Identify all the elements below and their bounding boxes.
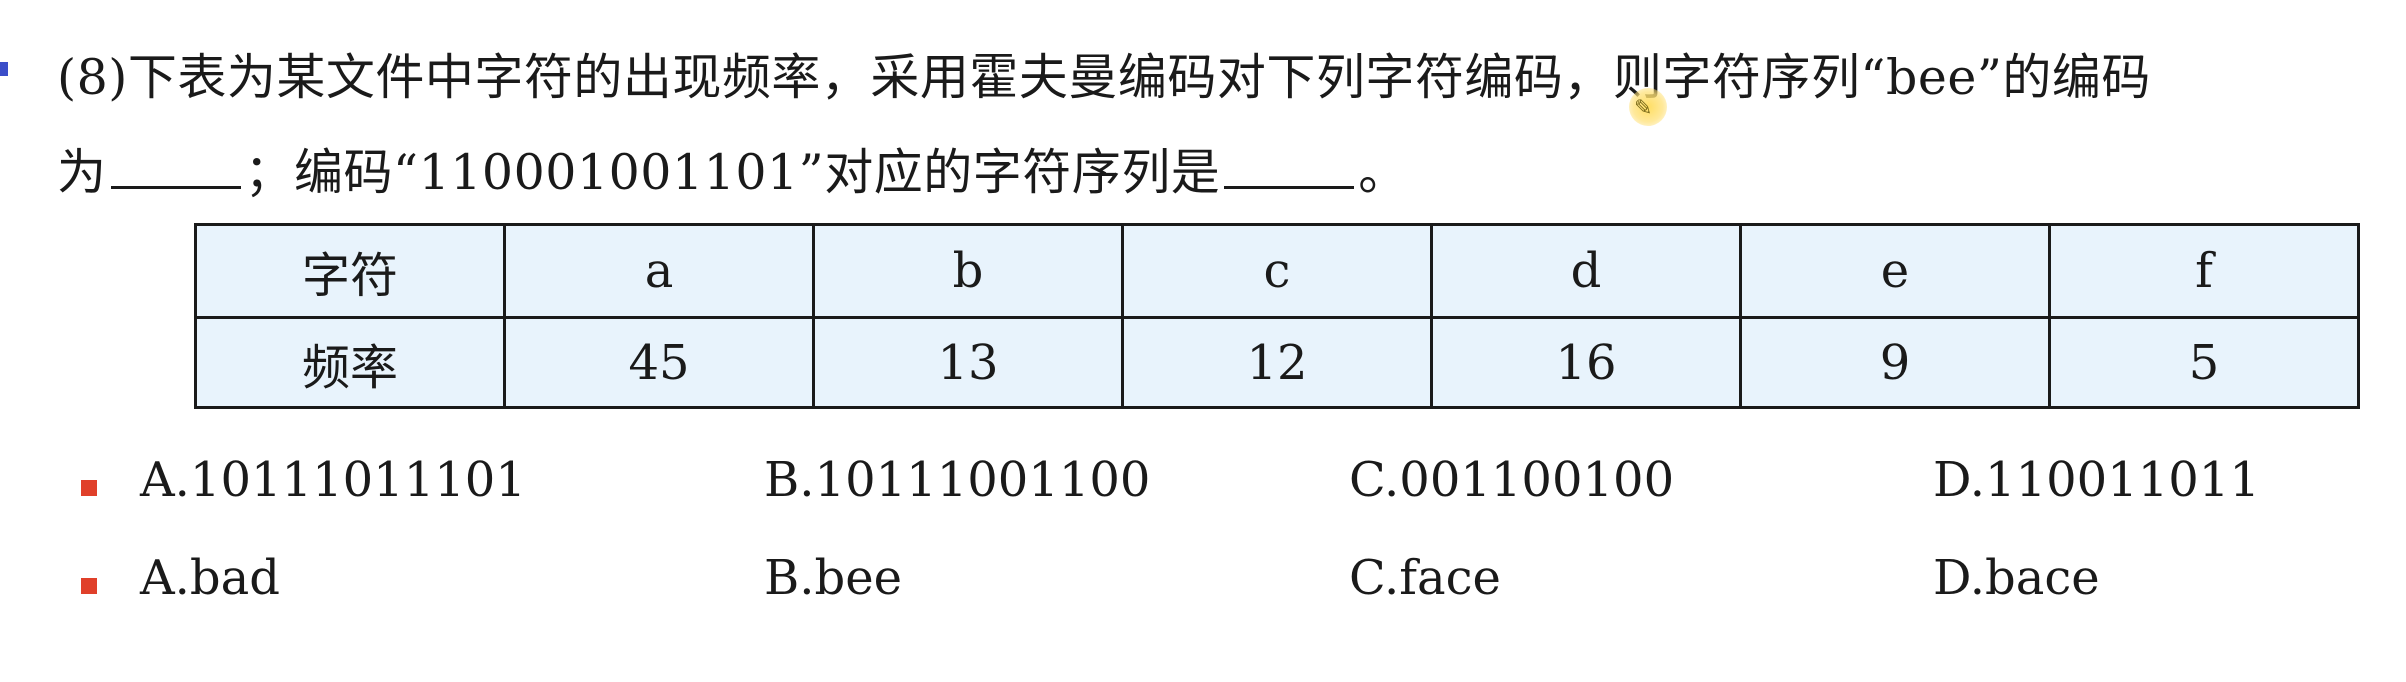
table-cell: d: [1430, 223, 1742, 319]
table-cell: c: [1121, 223, 1433, 319]
table-header-cell: 频率: [194, 316, 506, 409]
options-row-2: A.bad B.bee C.face D.bace: [78, 542, 2378, 640]
question-line-2-middle: ；编码“110001001101”对应的字符序列是: [244, 144, 1221, 201]
option-b: B.10111001100: [764, 452, 1151, 508]
answer-blank-1: [110, 142, 241, 189]
slide-marker: [0, 62, 8, 76]
table-cell: 12: [1121, 316, 1433, 409]
table-row-characters: 字符 a b c d e f: [194, 223, 2360, 319]
pen-cursor-icon: ✎: [1634, 96, 1653, 121]
table-cell: e: [1739, 223, 2051, 319]
question-text: (8)下表为某文件中字符的出现频率，采用霍夫曼编码对下列字符编码，则字符序列“b…: [57, 30, 2387, 220]
question-line-2-end: 。: [1358, 144, 1408, 201]
option-d: D.bace: [1933, 550, 2100, 606]
question-line-2: 为 ；编码“110001001101”对应的字符序列是 。: [57, 125, 2387, 220]
question-line-1: (8)下表为某文件中字符的出现频率，采用霍夫曼编码对下列字符编码，则字符序列“b…: [57, 49, 2151, 106]
table-cell: b: [812, 223, 1124, 319]
answer-blank-2: [1224, 142, 1355, 189]
table-cell: f: [2048, 223, 2360, 319]
table-cell: 45: [503, 316, 815, 409]
bullet-icon: [81, 480, 97, 496]
option-c: C.face: [1349, 550, 1501, 606]
option-d: D.110011011: [1933, 452, 2260, 508]
table-cell: 13: [812, 316, 1124, 409]
answer-options: A.10111011101 B.10111001100 C.001100100 …: [78, 444, 2378, 640]
option-a: A.bad: [140, 550, 280, 606]
table-cell: a: [503, 223, 815, 319]
option-c: C.001100100: [1349, 452, 1675, 508]
options-row-1: A.10111011101 B.10111001100 C.001100100 …: [78, 444, 2378, 542]
bullet-icon: [81, 578, 97, 594]
table-cell: 5: [2048, 316, 2360, 409]
table-row-frequencies: 频率 45 13 12 16 9 5: [194, 316, 2360, 409]
table-cell: 9: [1739, 316, 2051, 409]
table-cell: 16: [1430, 316, 1742, 409]
option-a: A.10111011101: [140, 452, 526, 508]
table-header-cell: 字符: [194, 223, 506, 319]
option-b: B.bee: [764, 550, 903, 606]
frequency-table: 字符 a b c d e f 频率 45 13 12 16 9 5: [194, 223, 2360, 409]
question-line-2-start: 为: [57, 144, 107, 201]
